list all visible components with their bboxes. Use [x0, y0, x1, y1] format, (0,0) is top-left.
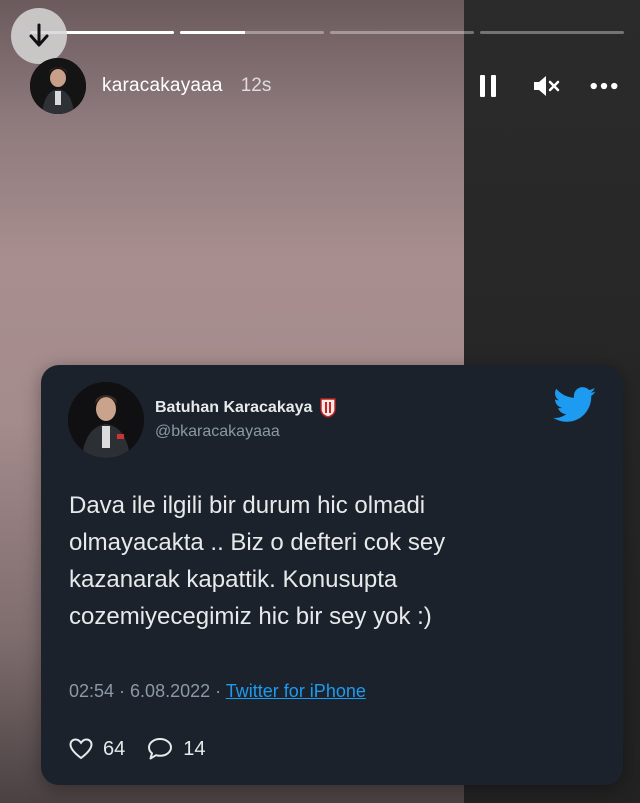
like-count: 64 — [103, 737, 126, 760]
mute-icon — [534, 76, 560, 96]
tweet-card[interactable]: Batuhan Karacakaya @bkaracakayaaa Dava i… — [41, 365, 623, 785]
reply-button[interactable]: 14 — [147, 737, 206, 761]
avatar[interactable] — [30, 58, 86, 114]
pause-icon — [480, 75, 496, 97]
progress-segment — [180, 31, 324, 34]
mute-button[interactable] — [532, 72, 560, 100]
like-button[interactable]: 64 — [69, 738, 125, 761]
progress-segment — [330, 31, 474, 34]
reply-icon — [148, 738, 173, 760]
twitter-bird-icon[interactable] — [553, 387, 597, 423]
more-button[interactable] — [590, 72, 618, 100]
story-username[interactable]: karacakayaaa — [102, 75, 223, 97]
heart-icon — [69, 738, 93, 760]
reply-count: 14 — [183, 737, 206, 760]
tweet-handle[interactable]: @bkaracakayaaa — [155, 423, 280, 441]
tweet-avatar[interactable] — [68, 382, 144, 458]
progress-segment — [480, 31, 624, 34]
tweet-actions: 64 14 — [69, 737, 228, 761]
pause-button[interactable] — [474, 72, 502, 100]
tweet-text: Dava ile ilgili bir durum hic olmadi olm… — [69, 492, 446, 630]
tweet-author-name[interactable]: Batuhan Karacakaya — [155, 398, 337, 418]
story-time: 12s — [240, 75, 272, 96]
tweet-date: 02:54 · 6.08.2022 · — [69, 681, 226, 701]
download-icon — [29, 23, 49, 47]
club-badge-icon — [320, 398, 337, 418]
story-progress — [30, 31, 624, 34]
tweet-source-link[interactable]: Twitter for iPhone — [226, 681, 366, 701]
more-icon — [590, 82, 618, 90]
tweet-meta: 02:54 · 6.08.2022 · Twitter for iPhone — [69, 681, 366, 702]
download-button[interactable] — [11, 8, 67, 64]
tweet-author-label: Batuhan Karacakaya — [155, 399, 313, 416]
story-header: karacakayaaa 12s — [30, 58, 618, 114]
